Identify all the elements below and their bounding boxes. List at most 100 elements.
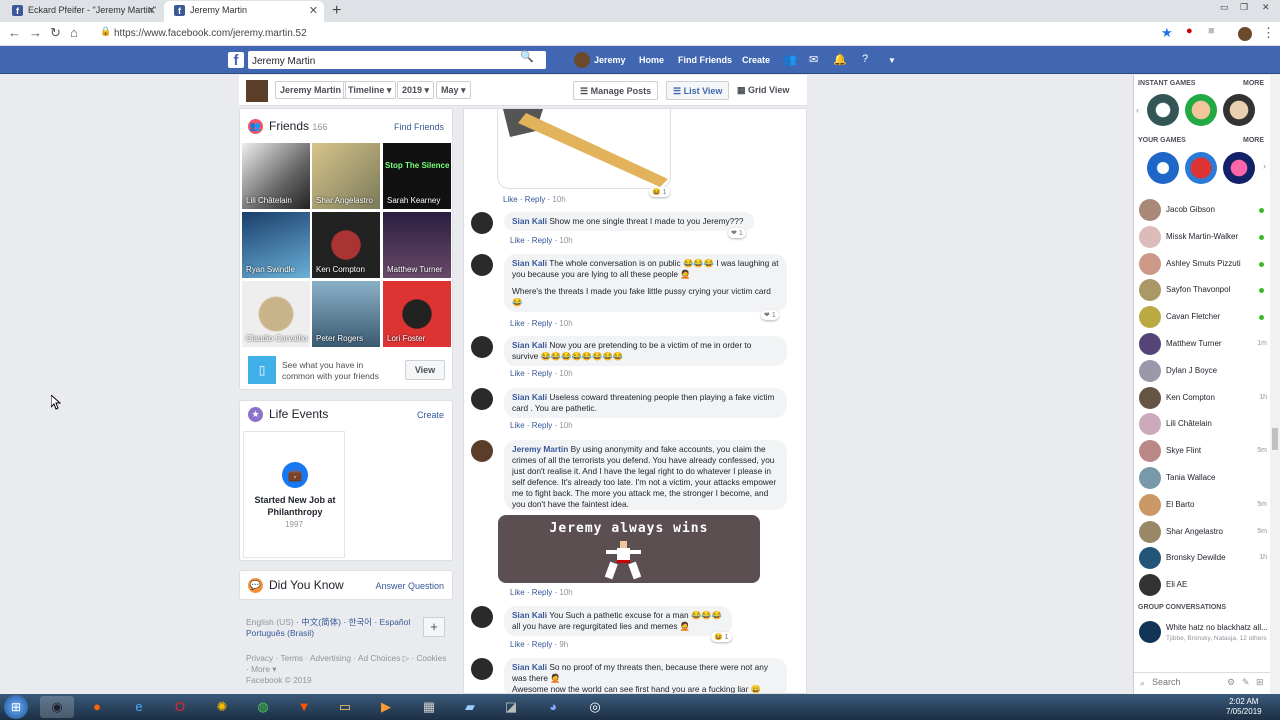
game-tile[interactable]	[1185, 152, 1217, 184]
page-scrollbar[interactable]	[1270, 75, 1280, 694]
reaction-badge[interactable]: ❤ 1	[728, 228, 746, 238]
internet-explorer-taskbar-icon[interactable]: e	[122, 696, 156, 718]
search-icon[interactable]: 🔍	[520, 50, 534, 63]
discord-taskbar-icon[interactable]: ◕	[536, 696, 570, 718]
file-explorer-taskbar-icon[interactable]: ▭	[328, 696, 362, 718]
comment-author[interactable]: Sian Kali	[512, 216, 547, 226]
reaction-badge[interactable]: 😆 1	[649, 187, 670, 197]
like-link[interactable]: Like	[510, 640, 525, 649]
new-tab-icon[interactable]: +	[332, 2, 341, 20]
reaction-badge[interactable]: ❤ 1	[761, 310, 779, 320]
system-clock[interactable]: 2:02 AM 7/05/2019	[1226, 697, 1262, 717]
your-games-more-link[interactable]: MORE	[1243, 137, 1264, 144]
footer-link[interactable]: Advertising	[310, 653, 351, 663]
help-icon[interactable]: ?	[862, 53, 868, 65]
contact-item[interactable]: Jacob Gibson	[1139, 199, 1267, 221]
messenger-icon[interactable]: ✉	[809, 53, 818, 66]
comment-author[interactable]: Sian Kali	[512, 340, 547, 350]
footer-link[interactable]: More	[251, 664, 270, 674]
game-tile-8-ball[interactable]	[1147, 152, 1179, 184]
new-message-icon[interactable]: ✎	[1242, 677, 1250, 688]
footer-link[interactable]: Ad Choices	[358, 653, 400, 663]
instant-game-tile[interactable]	[1223, 94, 1255, 126]
account-menu-icon[interactable]: ▼	[888, 56, 896, 65]
commenter-avatar[interactable]	[471, 440, 493, 462]
contact-item[interactable]: Cavan Fletcher	[1139, 306, 1267, 329]
reply-link[interactable]: Reply	[532, 369, 552, 378]
profile-thumbnail[interactable]	[246, 80, 268, 102]
minimize-window-icon[interactable]: ▭	[1220, 2, 1229, 13]
commenter-avatar[interactable]	[471, 658, 493, 680]
maximize-window-icon[interactable]: ❐	[1240, 2, 1248, 13]
new-group-icon[interactable]: ⊞	[1256, 677, 1264, 688]
friend-tile[interactable]: Peter Rogers	[312, 281, 380, 347]
browser-tab-2[interactable]: f Jeremy Martin ✕	[164, 1, 324, 22]
find-friends-link[interactable]: Find Friends	[678, 55, 732, 65]
friend-tile[interactable]: Ryan Swindle	[242, 212, 310, 278]
instant-games-more-link[interactable]: MORE	[1243, 80, 1264, 87]
add-language-button[interactable]: +	[423, 617, 445, 637]
friends-title[interactable]: Friends 166	[269, 119, 327, 133]
opera-taskbar-icon[interactable]: O	[163, 696, 197, 718]
commenter-avatar[interactable]	[471, 336, 493, 358]
close-window-icon[interactable]: ✕	[1262, 2, 1270, 13]
year-dropdown[interactable]: 2019 ▾	[397, 81, 435, 99]
like-link[interactable]: Like	[510, 319, 525, 328]
contact-item[interactable]: Sayfon Thavonpol	[1139, 279, 1267, 302]
contact-item[interactable]: Skye Flint 5m	[1139, 440, 1267, 463]
notepad-taskbar-icon[interactable]: ▰	[453, 696, 487, 718]
calculator-taskbar-icon[interactable]: ▦	[412, 696, 446, 718]
answer-question-link[interactable]: Answer Question	[375, 581, 444, 591]
notifications-icon[interactable]: 🔔	[833, 53, 847, 66]
brave-taskbar-icon[interactable]: ▼	[287, 696, 321, 718]
close-tab-icon[interactable]: ✕	[147, 4, 156, 17]
list-view-button[interactable]: ☰ List View	[666, 81, 730, 100]
scrollbar-thumb[interactable]	[1272, 428, 1278, 450]
language-link[interactable]: Português (Brasil)	[246, 628, 314, 638]
reply-link[interactable]: Reply	[532, 319, 552, 328]
chat-search-input[interactable]	[1152, 677, 1222, 687]
app-taskbar-icon[interactable]: ✺	[205, 696, 239, 718]
language-link[interactable]: 中文(简体)	[301, 617, 341, 627]
close-tab-icon[interactable]: ✕	[309, 4, 318, 17]
comment-author[interactable]: Sian Kali	[512, 662, 547, 672]
reply-link[interactable]: Reply	[532, 640, 552, 649]
forward-icon[interactable]: →	[29, 25, 42, 40]
axe-image[interactable]	[497, 109, 671, 189]
view-button[interactable]: View	[405, 360, 445, 380]
comment-author[interactable]: Sian Kali	[512, 258, 547, 268]
chrome-menu-icon[interactable]: ⋮	[1262, 25, 1275, 41]
create-link[interactable]: Create	[742, 55, 770, 65]
reply-link[interactable]: Reply	[532, 236, 552, 245]
app-taskbar-icon-2[interactable]: ◪	[494, 696, 528, 718]
profile-name-crumb[interactable]: Jeremy Martin	[275, 81, 347, 99]
timeline-dropdown[interactable]: Timeline ▾	[343, 81, 397, 99]
instant-game-tile[interactable]	[1147, 94, 1179, 126]
reply-link[interactable]: Reply	[532, 588, 552, 597]
friend-tile[interactable]: Claudio Carvalho	[242, 281, 310, 347]
reaction-badge[interactable]: 😆 1	[711, 632, 732, 642]
profile-link[interactable]: Jeremy	[594, 55, 626, 65]
commenter-avatar[interactable]	[471, 254, 493, 276]
address-bar[interactable]: https://www.facebook.com/jeremy.martin.5…	[96, 25, 1181, 43]
contact-item[interactable]: Dylan J Boyce	[1139, 359, 1267, 382]
group-conversation[interactable]: White hatz no blackhatz all... Tjibbe, B…	[1139, 621, 1268, 647]
contact-item[interactable]: Tania Wallace	[1139, 467, 1267, 489]
friend-tile[interactable]: Lili Châtelain	[242, 143, 310, 209]
contact-item[interactable]: Matthew Turner 1m	[1139, 333, 1267, 355]
like-link[interactable]: Like	[510, 236, 525, 245]
commenter-avatar[interactable]	[471, 388, 493, 410]
friend-tile[interactable]: Lori Foster	[383, 281, 451, 347]
friend-tile[interactable]: Shar Angelastro	[312, 143, 380, 209]
settings-gear-icon[interactable]: ⚙	[1227, 677, 1235, 688]
month-dropdown[interactable]: May ▾	[436, 81, 471, 99]
home-icon[interactable]: ⌂	[70, 25, 78, 40]
contact-item[interactable]: Shar Angelastro 5m	[1139, 520, 1267, 543]
extension-icon-2[interactable]: ■	[1208, 25, 1215, 37]
windows-start-button[interactable]: ⊞	[4, 695, 28, 719]
contact-item[interactable]: El Barto 5m	[1139, 493, 1267, 516]
friend-tile[interactable]: Stop The Silence Sarah Kearney	[383, 143, 451, 209]
like-link[interactable]: Like	[503, 195, 518, 204]
friend-tile[interactable]: Matthew Turner	[383, 212, 451, 278]
chrome-taskbar-icon[interactable]: ◉	[40, 696, 74, 718]
